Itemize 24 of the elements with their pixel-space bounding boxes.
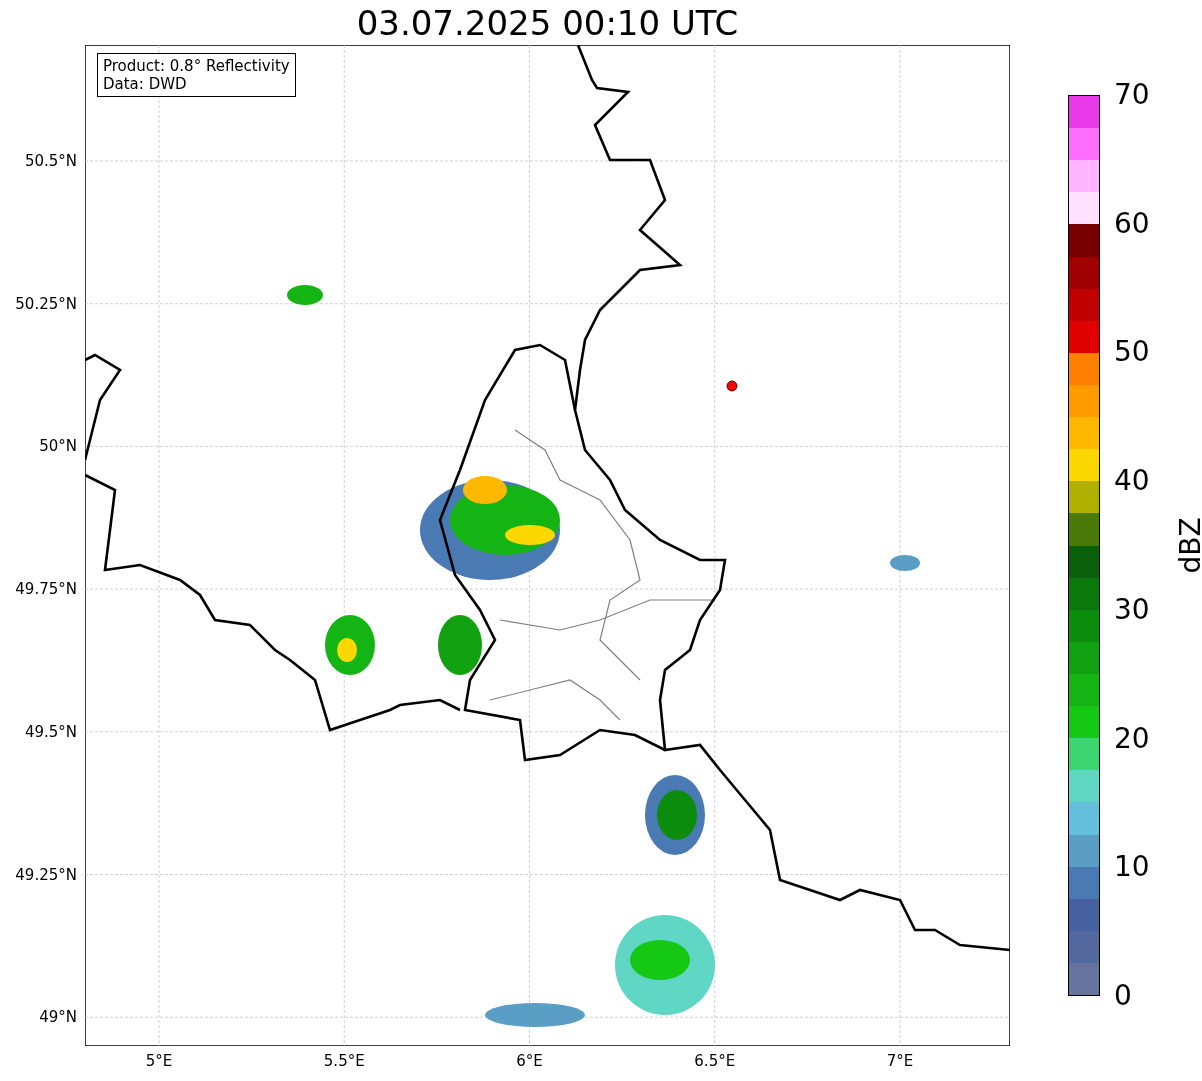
legend-text: Product: 0.8° Reflectivity (103, 57, 290, 75)
colorbar-tick-label: 70 (1114, 78, 1150, 112)
colorbar-tick-label: 60 (1114, 206, 1150, 241)
axis-label: 50.25°N (15, 294, 77, 313)
legend-text: Data: DWD (103, 75, 188, 93)
colorbar-tick-label: 20 (1114, 721, 1150, 756)
axis-label: 5.5°E (323, 1052, 365, 1070)
axis-label: 49.75°N (15, 580, 77, 599)
axis-label: 7°E (886, 1052, 914, 1070)
colorbar-tick-label: 50 (1114, 335, 1150, 370)
axis-label: 49.5°N (24, 722, 77, 741)
axis-label: 6.5°E (694, 1052, 736, 1070)
axis-label: 49°N (39, 1008, 77, 1027)
colorbar-label: dBZ (1173, 517, 1202, 574)
axis-label: 6°E (516, 1052, 543, 1070)
colorbar-tick-label: 10 (1114, 850, 1150, 885)
chart-title: 03.07.2025 00:10 UTC (355, 2, 740, 45)
axis-label: 50°N (39, 437, 77, 456)
colorbar-tick-label: 40 (1114, 464, 1150, 499)
axis-label: 5°E (145, 1052, 173, 1070)
axis-label: 50.5°N (24, 152, 77, 170)
colorbar-tick-label: 0 (1114, 979, 1132, 1013)
axis-label: 49.25°N (15, 865, 77, 884)
colorbar-tick-label: 30 (1114, 592, 1150, 627)
